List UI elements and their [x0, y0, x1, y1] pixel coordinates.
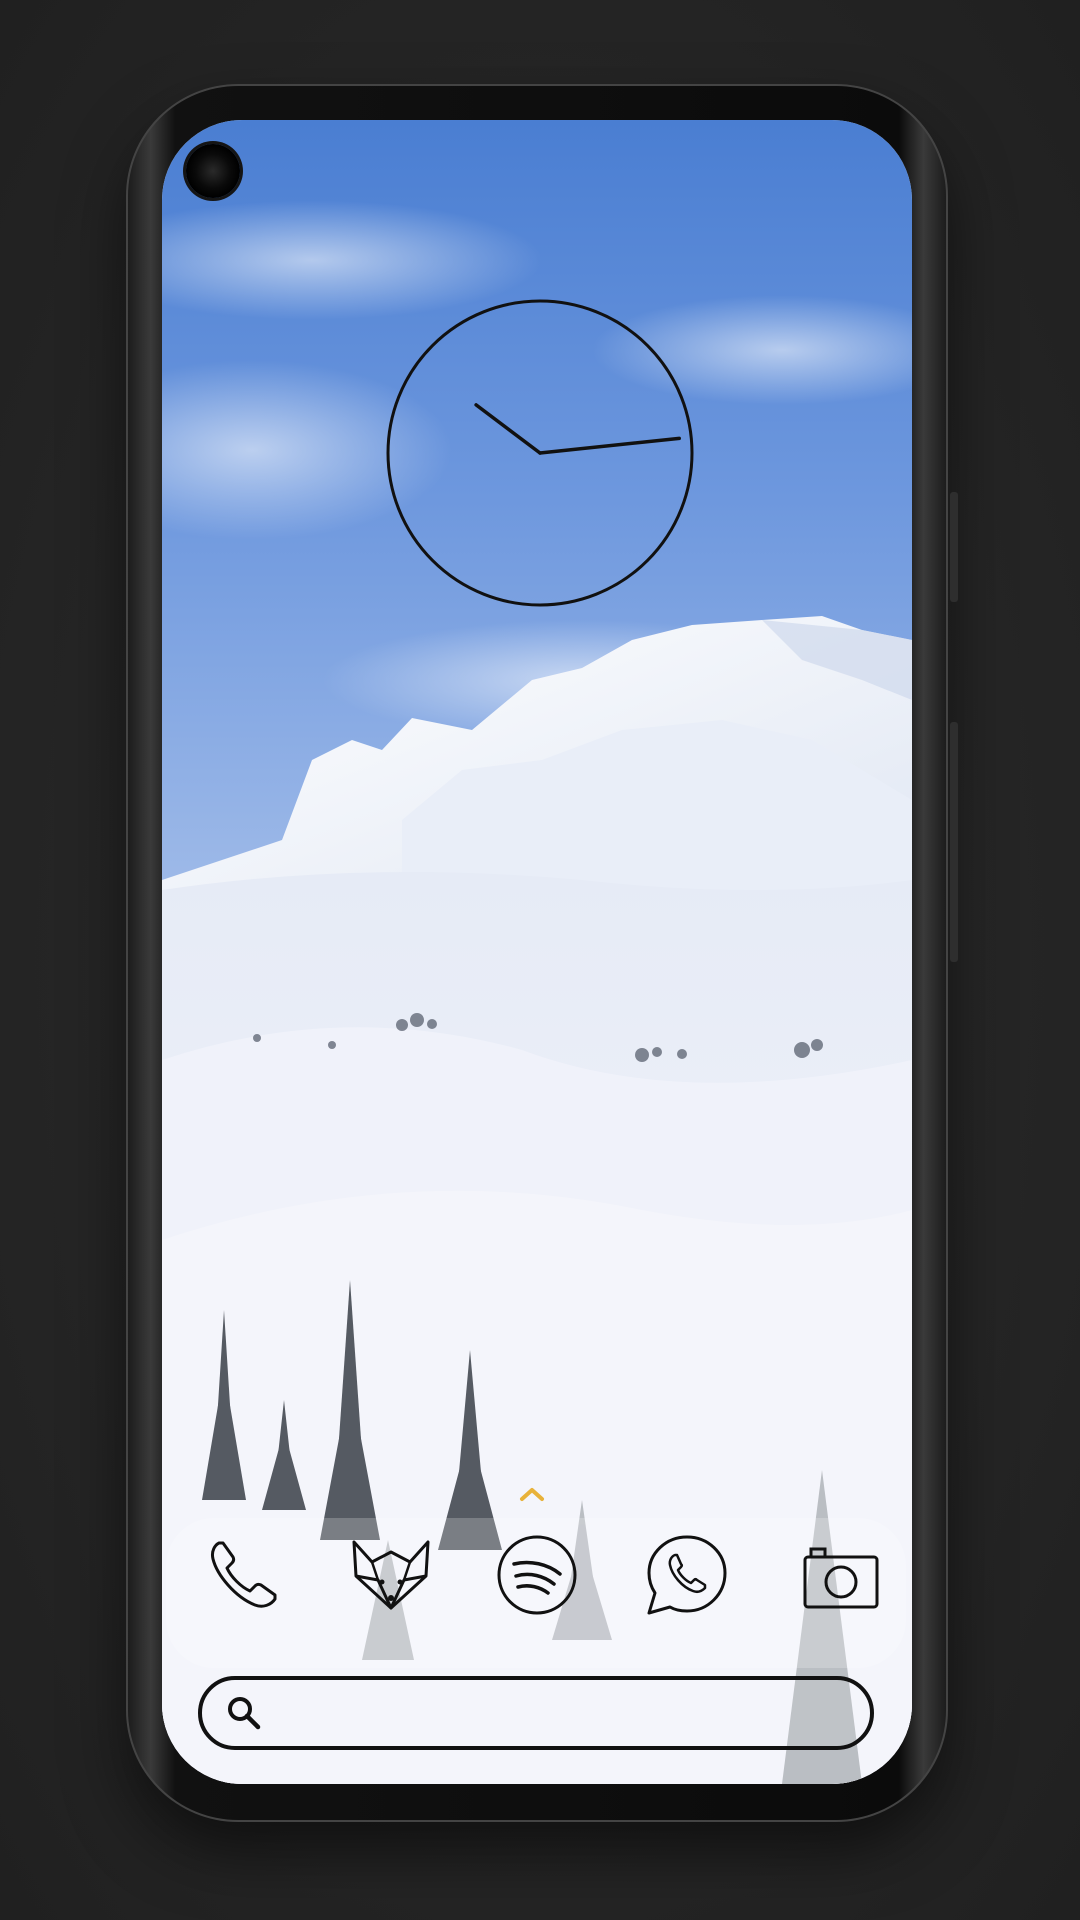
device-mockup [0, 0, 1080, 1920]
front-camera [186, 144, 240, 198]
fox-icon [352, 1540, 430, 1610]
dock-app-music[interactable] [494, 1532, 580, 1618]
volume-button [950, 722, 958, 962]
search-icon [228, 1697, 261, 1730]
phone-icon [211, 1541, 277, 1608]
search-bar[interactable] [198, 1676, 874, 1750]
dock-app-browser[interactable] [348, 1532, 434, 1618]
home-screen [162, 120, 912, 1784]
camera-icon [803, 1547, 879, 1609]
analog-clock-widget[interactable] [385, 298, 695, 608]
app-drawer-chevron-icon[interactable] [519, 1486, 545, 1502]
clock-minute-hand [538, 436, 681, 455]
dock-app-camera[interactable] [798, 1532, 884, 1618]
power-button [950, 492, 958, 602]
spotify-icon [497, 1535, 577, 1615]
dock-app-messaging[interactable] [644, 1532, 730, 1618]
search-input[interactable] [278, 1695, 840, 1731]
dock-app-phone[interactable] [200, 1532, 286, 1618]
whatsapp-icon [647, 1535, 727, 1615]
clock-hour-hand [474, 403, 542, 455]
